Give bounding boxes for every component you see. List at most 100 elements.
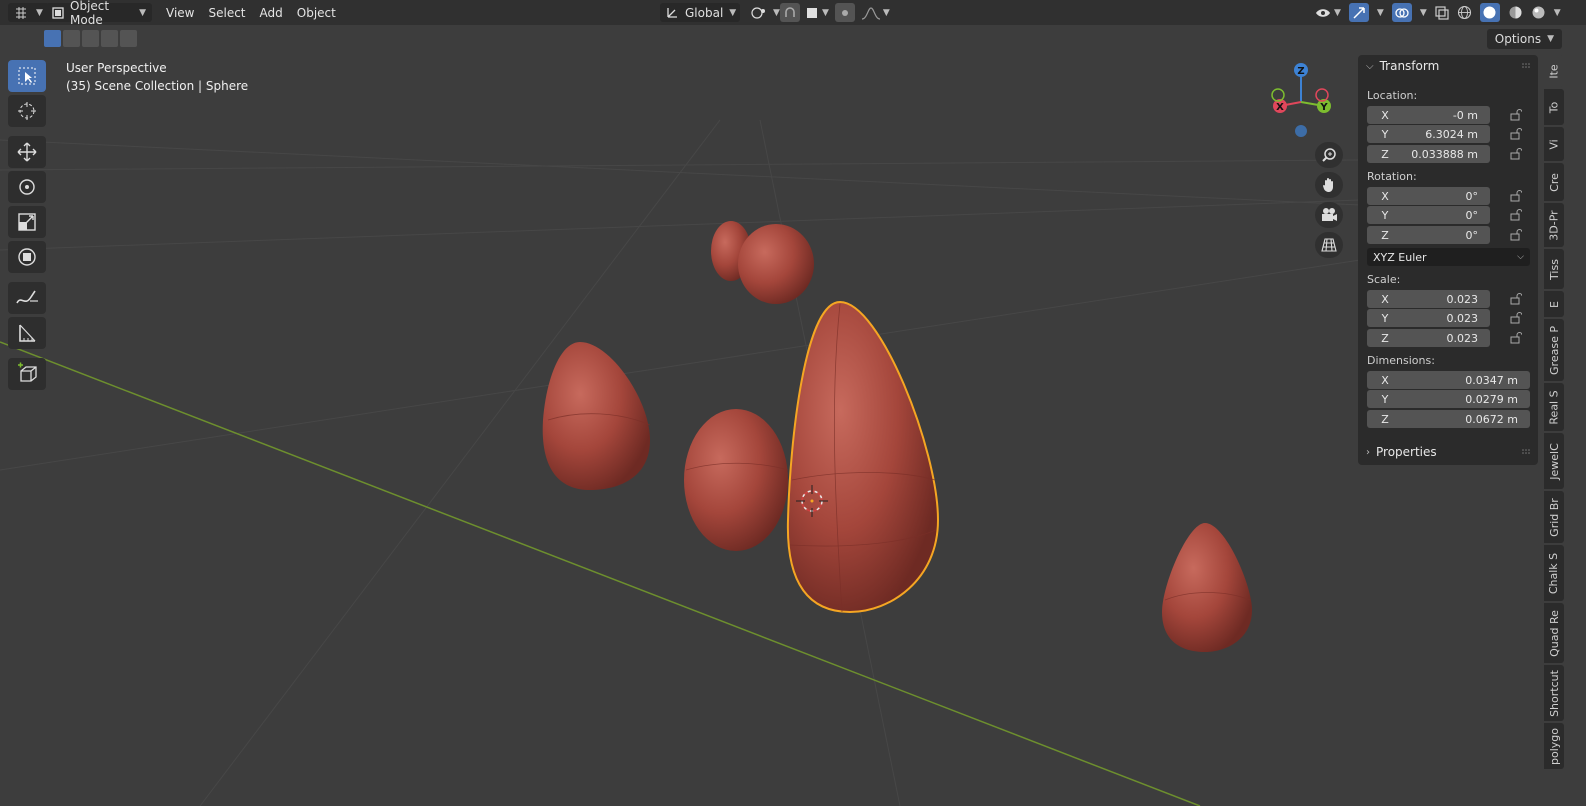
tab-polygo[interactable]: polygo	[1544, 723, 1564, 769]
scale-z-field[interactable]: Z 0.023	[1367, 329, 1490, 347]
overlays-icon[interactable]	[1391, 3, 1412, 22]
lock-icon[interactable]	[1510, 229, 1522, 241]
rotate-tool[interactable]	[8, 171, 46, 203]
lock-icon[interactable]	[1510, 190, 1522, 202]
cursor-grid-icon	[14, 6, 30, 20]
select-invert-icon[interactable]	[101, 30, 118, 47]
visibility-icon[interactable]: ▼	[1315, 7, 1341, 19]
annotate-tool[interactable]	[8, 282, 46, 314]
properties-title: Properties	[1376, 445, 1437, 459]
transform-panel-header[interactable]: ⌵ Transform	[1366, 55, 1439, 77]
axis-label: Z	[1381, 412, 1389, 426]
select-extend-icon[interactable]	[63, 30, 80, 47]
options-button[interactable]: Options ▼	[1486, 29, 1562, 49]
rotation-z-field[interactable]: Z 0°	[1367, 226, 1490, 244]
cursor-tool[interactable]	[8, 95, 46, 127]
zoom-button[interactable]	[1315, 142, 1343, 168]
tab-e[interactable]: E	[1544, 291, 1564, 317]
navigation-gizmo[interactable]: Z X Y	[1266, 60, 1338, 142]
tab-real-s[interactable]: Real S	[1544, 383, 1564, 431]
chevron-down-icon[interactable]: ▼	[1420, 8, 1427, 18]
drag-grip-icon[interactable]	[1522, 449, 1532, 455]
shading-solid-icon[interactable]	[1479, 3, 1500, 22]
lock-icon[interactable]	[1510, 332, 1522, 344]
mode-selector[interactable]: Object Mode ▼	[46, 0, 152, 27]
select-new-icon[interactable]	[44, 30, 61, 47]
gizmo-toggle-icon[interactable]	[1348, 3, 1369, 22]
location-z-field[interactable]: Z 0.033888 m	[1367, 145, 1490, 163]
chevron-down-icon[interactable]: ▼	[1554, 8, 1561, 18]
shading-rendered-icon[interactable]	[1531, 5, 1546, 20]
lock-icon[interactable]	[1510, 109, 1522, 121]
scale-tool[interactable]	[8, 206, 46, 238]
lock-icon[interactable]	[1510, 148, 1522, 160]
select-box-tool[interactable]	[8, 60, 46, 92]
camera-view-button[interactable]	[1315, 202, 1343, 228]
perspective-toggle-button[interactable]	[1315, 232, 1343, 258]
field-value: 0.0347 m	[1465, 373, 1518, 387]
axis-label: X	[1381, 108, 1389, 122]
shading-wireframe-icon[interactable]	[1457, 5, 1472, 20]
dimensions-z-field[interactable]: Z 0.0672 m	[1367, 410, 1530, 428]
field-value: 0.023	[1446, 311, 1479, 325]
location-y-field[interactable]: Y 6.3024 m	[1367, 125, 1490, 143]
location-label: Location:	[1367, 89, 1418, 102]
select-intersect-icon[interactable]	[120, 30, 137, 47]
pan-button[interactable]	[1315, 172, 1343, 198]
chevron-down-icon[interactable]: ▼	[1377, 8, 1384, 18]
tab-jewelc[interactable]: JewelC	[1544, 433, 1564, 489]
tool-shelf	[8, 60, 50, 393]
lock-icon[interactable]	[1510, 128, 1522, 140]
tab-label: Cre	[1547, 172, 1561, 192]
location-x-field[interactable]: X -0 m	[1367, 106, 1490, 124]
tab-3d-pr[interactable]: 3D-Pr	[1544, 203, 1564, 247]
tab-to[interactable]: To	[1544, 89, 1564, 125]
field-value: 0°	[1465, 228, 1479, 242]
dimensions-x-field[interactable]: X 0.0347 m	[1367, 371, 1530, 389]
rotation-x-field[interactable]: X 0°	[1367, 187, 1490, 205]
tab-vi[interactable]: Vi	[1544, 127, 1564, 161]
menu-object[interactable]: Object	[290, 6, 343, 20]
lock-icon[interactable]	[1510, 312, 1522, 324]
axis-label: Y	[1381, 127, 1389, 141]
add-cube-tool[interactable]	[8, 358, 46, 390]
falloff-icon[interactable]: ▼	[861, 6, 890, 20]
tab-grid-br[interactable]: Grid Br	[1544, 491, 1564, 543]
3d-viewport[interactable]	[0, 0, 1586, 806]
proportional-edit-icon[interactable]	[834, 3, 855, 22]
tab-grease-p[interactable]: Grease P	[1544, 319, 1564, 381]
select-subtract-icon[interactable]	[82, 30, 99, 47]
axis-label: Z	[1381, 331, 1389, 345]
tab-label: E	[1547, 300, 1561, 308]
tab-tiss[interactable]: Tiss	[1544, 249, 1564, 289]
measure-tool[interactable]	[8, 317, 46, 349]
drag-grip-icon[interactable]	[1522, 63, 1532, 69]
field-value: 0.0279 m	[1465, 392, 1518, 406]
tab-cre[interactable]: Cre	[1544, 163, 1564, 201]
xray-icon[interactable]	[1435, 5, 1449, 20]
properties-panel-header[interactable]: › Properties	[1366, 441, 1437, 463]
move-tool[interactable]	[8, 136, 46, 168]
editor-type-selector[interactable]: ▼	[8, 3, 49, 22]
scale-x-field[interactable]: X 0.023	[1367, 290, 1490, 308]
gizmo-z-label: Z	[1297, 66, 1304, 77]
tab-shortcut[interactable]: Shortcut	[1544, 665, 1564, 721]
menu-select[interactable]: Select	[201, 6, 252, 20]
dimensions-y-field[interactable]: Y 0.0279 m	[1367, 390, 1530, 408]
menu-view[interactable]: View	[159, 6, 201, 20]
sidebar-panel: ⌵ Transform Location: X -0 m Y 6.3024 m Z 0…	[1358, 55, 1538, 465]
menu-add[interactable]: Add	[253, 6, 290, 20]
lock-icon[interactable]	[1510, 209, 1522, 221]
tab-quad-re[interactable]: Quad Re	[1544, 603, 1564, 663]
snap-icon[interactable]	[780, 3, 800, 22]
tab-chalk-s[interactable]: Chalk S	[1544, 545, 1564, 601]
tab-ite[interactable]: Ite	[1544, 55, 1564, 87]
scale-y-field[interactable]: Y 0.023	[1367, 309, 1490, 327]
transform-orientation-selector[interactable]: Global ▼	[660, 3, 740, 22]
transform-tool[interactable]	[8, 241, 46, 273]
rotation-y-field[interactable]: Y 0°	[1367, 206, 1490, 224]
rotation-mode-select[interactable]: XYZ Euler ⌵	[1367, 248, 1530, 266]
lock-icon[interactable]	[1510, 293, 1522, 305]
shading-material-icon[interactable]	[1508, 5, 1523, 20]
snap-target-icon[interactable]: ▼	[806, 7, 829, 19]
